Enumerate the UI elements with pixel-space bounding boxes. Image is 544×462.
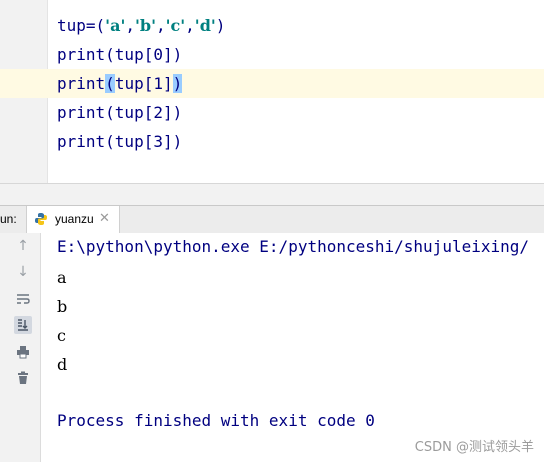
code-text: print(tup[3]) — [57, 132, 183, 151]
code-editor[interactable]: tup=('a','b','c','d') print(tup[0]) prin… — [0, 0, 544, 183]
arrow-up-icon[interactable]: ↑ — [14, 237, 32, 255]
trash-glyph — [18, 371, 28, 384]
console-output-line: a — [57, 268, 67, 287]
csdn-watermark: CSDN @测试领头羊 — [414, 440, 534, 455]
code-token: tup[1] — [114, 74, 173, 93]
console-output-line: d — [57, 355, 68, 374]
console-exit-message: Process finished with exit code 0 — [57, 411, 375, 430]
python-icon — [35, 213, 47, 225]
console-command-line: E:\python\python.exe E:/pythonceshi/shuj… — [57, 237, 530, 256]
console-output-line: c — [57, 326, 66, 345]
code-text: print(tup[0]) — [57, 45, 183, 64]
run-toolbar: ↑ ↓ — [0, 233, 41, 462]
code-line-5[interactable]: print(tup[3]) — [0, 127, 544, 156]
tab-label: yuanzu — [55, 212, 94, 226]
code-line-4[interactable]: print(tup[2]) — [0, 98, 544, 127]
code-token: print — [57, 74, 106, 93]
run-tab-bar: un: yuanzu ✕ — [0, 205, 544, 234]
code-token: ) — [215, 16, 226, 35]
printer-glyph — [17, 346, 29, 359]
editor-bottom-area — [0, 183, 544, 206]
run-label: un: — [0, 212, 17, 226]
code-token: , — [155, 16, 166, 35]
code-line-1[interactable]: tup=('a','b','c','d') — [0, 11, 544, 40]
string-literal: 'a' — [105, 16, 126, 35]
string-literal: 'd' — [194, 16, 216, 35]
string-literal: 'b' — [134, 16, 156, 35]
soft-wrap-icon[interactable] — [14, 290, 32, 308]
matched-brace-open: ( — [105, 74, 115, 93]
code-line-3-current[interactable]: print(tup[1]) — [0, 69, 544, 98]
matched-brace-close: ) — [172, 74, 183, 93]
trash-icon[interactable] — [14, 369, 32, 387]
code-line-2[interactable]: print(tup[0]) — [0, 40, 544, 69]
run-console[interactable]: E:\python\python.exe E:/pythonceshi/shuj… — [41, 233, 544, 462]
run-tab-yuanzu[interactable]: yuanzu ✕ — [26, 206, 120, 233]
console-output-line: b — [57, 297, 68, 316]
code-token: tup=( — [57, 16, 106, 35]
code-token: , — [125, 16, 135, 35]
close-icon[interactable]: ✕ — [99, 210, 110, 226]
scroll-to-end-icon[interactable] — [14, 316, 32, 334]
scroll-to-end-glyph — [18, 319, 28, 331]
print-icon[interactable] — [14, 343, 32, 361]
code-token: , — [185, 16, 195, 35]
string-literal: 'c' — [165, 16, 186, 35]
code-text: print(tup[2]) — [57, 103, 183, 122]
arrow-down-icon[interactable]: ↓ — [14, 263, 32, 281]
soft-wrap-glyph — [17, 294, 30, 304]
